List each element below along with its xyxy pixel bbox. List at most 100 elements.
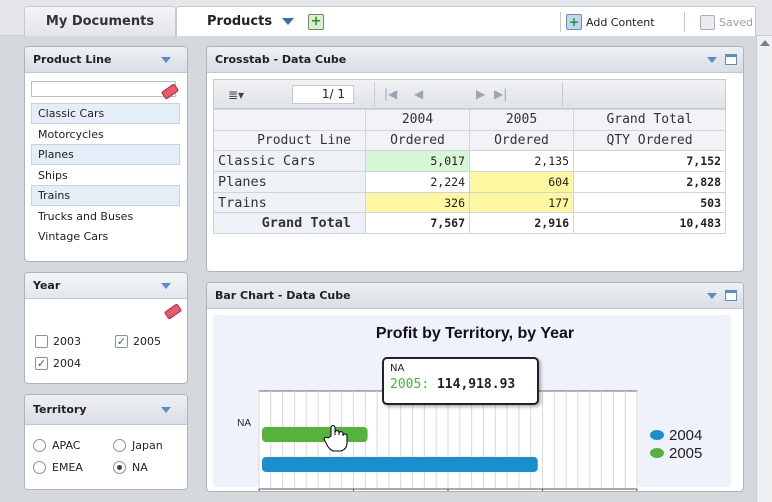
add-page-icon[interactable]: + [308,13,325,30]
page-number-field[interactable]: 1/ 1 [292,85,354,104]
previous-page-icon[interactable]: ◀ [414,87,423,101]
tooltip-separator: : [421,377,437,392]
table-cell[interactable]: 2,916 [469,212,574,235]
column-header: 2004 [365,109,470,131]
last-page-icon[interactable]: ▶| [494,87,507,101]
table-cell[interactable]: 2,828 [573,171,726,193]
tab-products[interactable]: Products + [176,6,756,36]
row-header: Classic Cars [213,150,366,173]
tab-my-documents[interactable]: My Documents [24,6,176,36]
product-line-list: Classic Cars Motorcycles Planes Ships Tr… [31,103,180,247]
tab-products-label: Products [207,14,273,29]
table-header-row: Product Line Ordered Ordered QTY Ordered [213,129,726,152]
list-item[interactable]: Motorcycles [31,124,180,145]
crosstab-toolbar: ≣▾ 1/ 1 |◀ ◀ ▶ ▶| [213,79,726,109]
table-cell[interactable]: 2,224 [365,171,470,193]
panel-menu-chevron-icon[interactable] [161,283,171,289]
territory-radio-na[interactable]: NA [113,461,148,474]
year-checkbox-2003[interactable]: 2003 [35,335,81,348]
table-cell[interactable]: 326 [365,191,470,214]
scroll-up-icon[interactable] [760,40,770,46]
tooltip-value-line: 2005: 114,918.93 [390,377,537,392]
saved-button[interactable]: Saved [700,12,753,32]
toolbar-divider [560,12,561,32]
maximize-icon[interactable] [725,54,737,65]
list-item[interactable]: Planes [31,144,180,165]
list-item[interactable]: Ships [31,165,180,186]
chart-tooltip: NA 2005: 114,918.93 [382,357,539,405]
table-cell[interactable]: 604 [469,171,574,193]
territory-option-label: APAC [52,439,81,452]
legend-marker [650,448,664,458]
legend-label: 2004 [669,427,702,444]
territory-title: Territory [25,395,187,425]
table-cell[interactable]: 2,135 [469,150,574,173]
year-option-label: 2004 [53,357,81,370]
table-cell[interactable]: 7,152 [573,150,726,173]
column-header: QTY Ordered [573,129,726,152]
next-page-icon[interactable]: ▶ [476,87,485,101]
territory-radio-emea[interactable]: EMEA [33,461,83,474]
row-header-label: Product Line [213,129,366,152]
table-cell[interactable]: 503 [573,191,726,214]
checkbox-checked-icon: ✓ [115,335,128,348]
panel-menu-chevron-icon[interactable] [161,407,171,413]
column-header: Grand Total [573,109,726,131]
bar-2004 [262,457,538,472]
list-item[interactable]: Vintage Cars [31,226,180,247]
table-row: Planes 2,224 604 2,828 [213,171,726,193]
saved-label: Saved [719,15,753,29]
bar-2005 [262,427,368,442]
row-header: Planes [213,171,366,193]
territory-radio-japan[interactable]: Japan [113,439,163,452]
dashboard-canvas: Product Line Classic Cars Motorcycles Pl… [0,36,756,502]
table-cell[interactable]: 7,567 [365,212,470,235]
panel-menu-chevron-icon[interactable] [707,57,717,63]
territory-radio-apac[interactable]: APAC [33,439,80,452]
product-line-title: Product Line [25,47,187,73]
table-row: Classic Cars 5,017 2,135 7,152 [213,150,726,173]
column-header: Ordered [365,129,470,152]
toolbar-divider [374,82,375,106]
radio-icon [33,461,46,474]
table-cell[interactable]: 177 [469,191,574,214]
add-content-button[interactable]: + Add Content [566,12,655,32]
toolbar-divider [562,82,563,106]
year-checkbox-2004[interactable]: ✓ 2004 [35,357,81,370]
eraser-icon[interactable] [163,303,183,320]
tooltip-category: NA [390,363,405,374]
product-line-title-text: Product Line [33,53,112,66]
territory-option-label: EMEA [52,461,83,474]
year-checkbox-2005[interactable]: ✓ 2005 [115,335,161,348]
radio-icon [33,439,46,452]
crosstab-panel: Crosstab - Data Cube ≣▾ 1/ 1 |◀ ◀ ▶ ▶| 2… [206,46,744,272]
table-header-row: 2004 2005 Grand Total [213,109,726,131]
table-cell[interactable]: 5,017 [365,150,470,173]
chevron-down-icon[interactable] [282,18,295,25]
toolbar-divider [684,12,685,32]
checkbox-icon [35,335,48,348]
panel-menu-chevron-icon[interactable] [161,57,171,63]
list-item[interactable]: Classic Cars [31,103,180,124]
list-item[interactable]: Trucks and Buses [31,206,180,227]
list-menu-icon[interactable]: ≣▾ [228,88,244,102]
territory-option-label: NA [132,461,148,474]
crosstab-title-text: Crosstab - Data Cube [215,53,347,66]
tab-bar: My Documents Products + + Add Content Sa… [0,0,772,36]
table-total-row: Grand Total 7,567 2,916 10,483 [213,212,726,235]
bar-chart-panel: Bar Chart - Data Cube Profit by Territor… [206,282,744,492]
vertical-scrollbar[interactable] [756,36,772,502]
add-content-icon: + [566,14,582,30]
list-item[interactable]: Trains [31,185,180,206]
territory-panel: Territory APAC Japan EMEA NA [24,394,188,490]
table-row: Trains 326 177 503 [213,191,726,214]
table-cell[interactable]: 10,483 [573,212,726,235]
save-icon [700,14,715,30]
first-page-icon[interactable]: |◀ [384,87,397,101]
year-title-text: Year [33,279,61,292]
radio-selected-icon [113,461,126,474]
grand-total-label: Grand Total [213,212,366,235]
product-line-search-input[interactable] [31,81,176,97]
row-header: Trains [213,191,366,214]
legend-label: 2005 [669,445,702,462]
